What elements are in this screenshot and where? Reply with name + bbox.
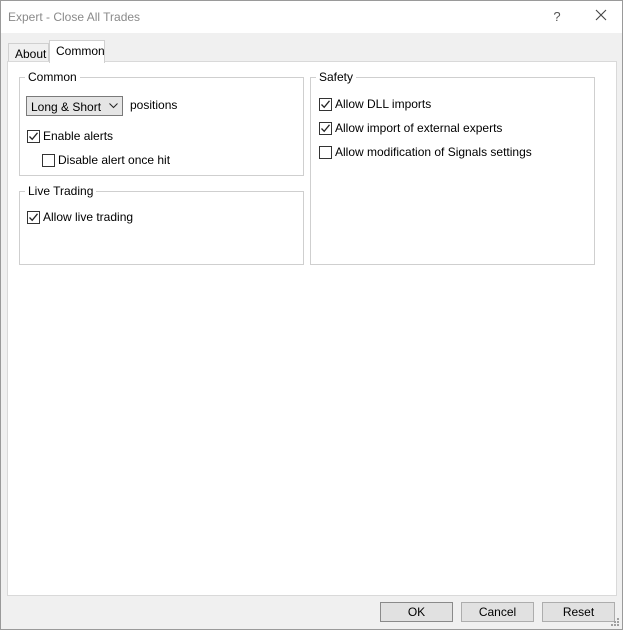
close-icon — [595, 9, 607, 21]
checkmark-icon — [29, 131, 39, 140]
positions-select-value: Long & Short — [31, 100, 102, 114]
disable-alert-once-hit-checkbox[interactable] — [42, 153, 55, 167]
enable-alerts-checkbox[interactable] — [27, 129, 40, 143]
checkmark-icon — [29, 212, 39, 221]
enable-alerts-label: Enable alerts — [43, 129, 114, 143]
checkmark-icon — [321, 99, 331, 108]
live-trading-group-title: Live Trading — [25, 184, 97, 198]
tab-panel-common: Common Long & Short positions Enable ale… — [7, 61, 617, 596]
allow-live-trading-row[interactable]: Allow live trading — [27, 209, 133, 225]
disable-alert-once-hit-label: Disable alert once hit — [58, 153, 171, 167]
allow-import-external-experts-checkbox[interactable] — [319, 121, 332, 135]
common-group-title: Common — [25, 70, 80, 84]
allow-modification-signals-label: Allow modification of Signals settings — [335, 145, 532, 159]
allow-dll-imports-checkbox[interactable] — [319, 97, 332, 111]
common-group: Common Long & Short positions Enable ale… — [19, 70, 304, 176]
resize-grip-icon[interactable] — [610, 617, 620, 627]
window-title: Expert - Close All Trades — [8, 10, 141, 24]
tab-common[interactable]: Common — [49, 40, 105, 63]
live-trading-group: Live Trading Allow live trading — [19, 184, 304, 265]
title-bar[interactable]: Expert - Close All Trades ? — [1, 1, 622, 33]
help-button[interactable]: ? — [549, 7, 565, 27]
cancel-button[interactable]: Cancel — [461, 602, 534, 622]
allow-dll-imports-row[interactable]: Allow DLL imports — [319, 96, 431, 112]
disable-alert-once-hit-row[interactable]: Disable alert once hit — [42, 152, 170, 168]
checkmark-icon — [321, 123, 331, 132]
expert-dialog: Expert - Close All Trades ? About Common… — [0, 0, 623, 630]
allow-live-trading-checkbox[interactable] — [27, 210, 40, 224]
allow-live-trading-label: Allow live trading — [43, 210, 134, 224]
allow-import-external-experts-row[interactable]: Allow import of external experts — [319, 120, 502, 136]
tab-about[interactable]: About — [8, 43, 49, 62]
allow-import-external-experts-label: Allow import of external experts — [335, 121, 503, 135]
reset-button[interactable]: Reset — [542, 602, 615, 622]
ok-button[interactable]: OK — [380, 602, 453, 622]
close-button[interactable] — [589, 7, 613, 27]
positions-select[interactable]: Long & Short — [26, 96, 123, 116]
allow-modification-signals-row[interactable]: Allow modification of Signals settings — [319, 144, 532, 160]
chevron-down-icon — [109, 103, 118, 109]
safety-group-title: Safety — [316, 70, 357, 84]
safety-group: Safety Allow DLL imports Allow import of… — [310, 70, 595, 265]
enable-alerts-row[interactable]: Enable alerts — [27, 128, 113, 144]
allow-dll-imports-label: Allow DLL imports — [335, 97, 432, 111]
positions-label: positions — [130, 98, 178, 112]
allow-modification-signals-checkbox[interactable] — [319, 145, 332, 159]
